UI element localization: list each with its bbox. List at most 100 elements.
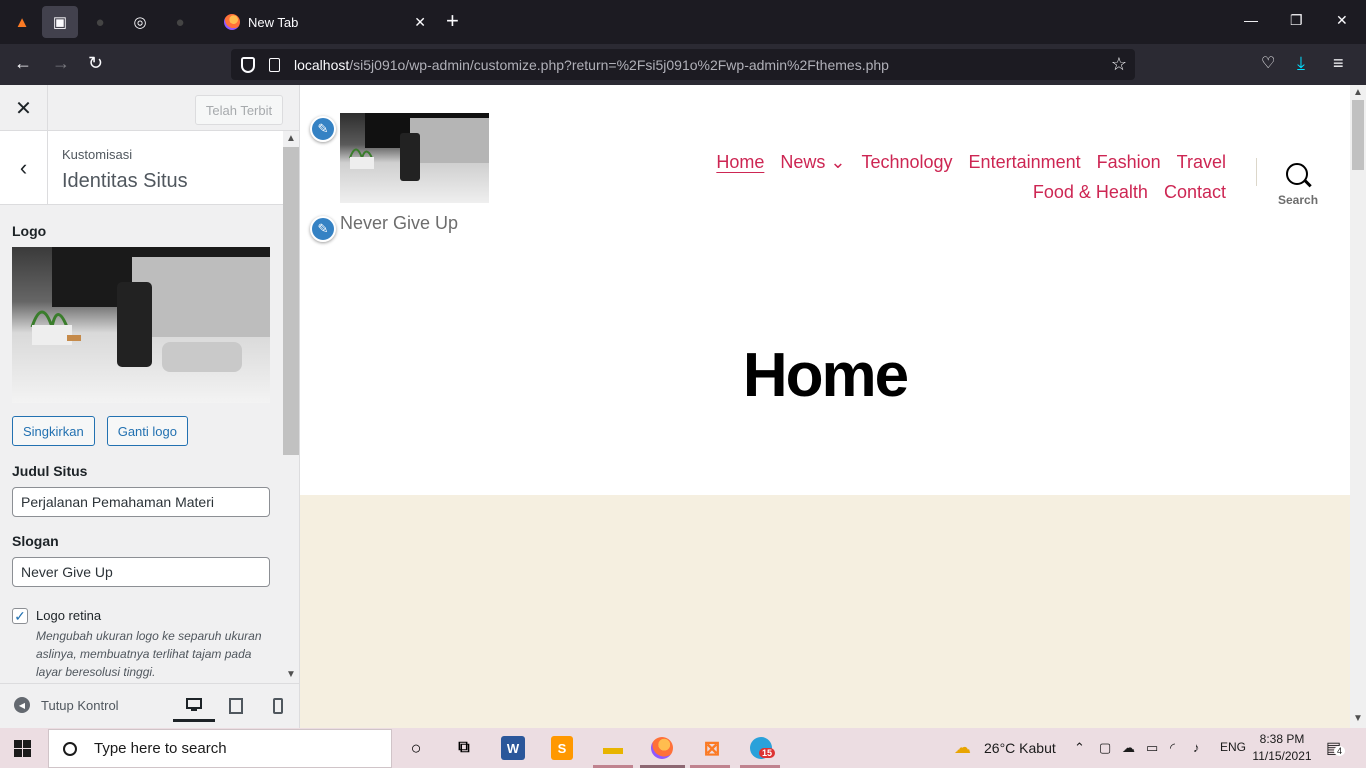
menu-item-travel[interactable]: Travel [1177, 152, 1226, 172]
page-info-icon[interactable] [269, 57, 280, 72]
close-customizer-icon[interactable]: ✕ [0, 85, 48, 131]
menu-item-food-health[interactable]: Food & Health [1033, 182, 1148, 202]
battery-icon[interactable]: ▭ [1146, 740, 1158, 756]
taskbar-search-placeholder: Type here to search [94, 740, 227, 757]
tab-close-icon[interactable]: ✕ [414, 14, 426, 31]
preview-scroll-up-icon[interactable]: ▲ [1353, 87, 1363, 98]
customizer-footer: ◀ Tutup Kontrol [0, 683, 299, 728]
weather-text[interactable]: 26°C Kabut [984, 740, 1056, 756]
back-button[interactable]: ← [14, 53, 32, 74]
tray-overflow-icon[interactable]: ⌃ [1074, 740, 1085, 756]
menu-item-technology[interactable]: Technology [861, 152, 952, 172]
site-title-input[interactable]: Perjalanan Pemahaman Materi [12, 487, 270, 517]
publish-button[interactable]: Telah Terbit [195, 95, 283, 125]
taskbar-search-box[interactable]: Type here to search [48, 729, 392, 768]
retina-logo-label: Logo retina [36, 608, 102, 623]
windows-start-icon[interactable] [14, 740, 31, 757]
menu-item-entertainment[interactable]: Entertainment [969, 152, 1081, 172]
preview-scroll-down-icon[interactable]: ▼ [1353, 713, 1363, 724]
cortana-icon[interactable]: ○ [402, 734, 430, 762]
file-explorer-icon[interactable]: ▬ [599, 734, 627, 762]
url-text[interactable]: localhost/si5j091o/wp-admin/customize.ph… [294, 57, 889, 73]
menu-item-contact[interactable]: Contact [1164, 182, 1226, 202]
search-icon[interactable] [1286, 163, 1308, 185]
sidebar-scrollbar[interactable]: ▲ ▼ [283, 131, 299, 683]
meet-now-icon[interactable]: ▢ [1099, 740, 1111, 756]
edit-logo-pencil-icon[interactable]: ✎ [310, 116, 336, 142]
logo-preview-image[interactable] [12, 247, 270, 403]
desktop-preview-icon[interactable] [173, 690, 215, 722]
scroll-up-arrow-icon[interactable]: ▲ [286, 133, 296, 144]
pinned-tab-customizer-icon[interactable]: ▣ [42, 6, 78, 38]
scroll-down-arrow-icon[interactable]: ▼ [286, 669, 296, 680]
onedrive-icon[interactable]: ☁ [1122, 740, 1135, 756]
identity-controls: Logo Singkirkan Ganti logo Judul Situs P… [12, 223, 272, 681]
pocket-icon[interactable]: ♡ [1261, 53, 1275, 73]
clock-time: 8:38 PM [1259, 732, 1305, 746]
breadcrumb: Kustomisasi [62, 147, 133, 162]
tagline-input[interactable]: Never Give Up [12, 557, 270, 587]
retina-logo-checkbox[interactable]: ✓ [12, 608, 28, 624]
firefox-taskbar-icon[interactable] [648, 734, 676, 762]
language-indicator[interactable]: ENG [1220, 740, 1246, 754]
collapse-arrow-icon: ◀ [14, 697, 30, 713]
pinned-tab-xampp-icon[interactable]: ▲ [4, 6, 40, 38]
desk-photo-graphic [30, 247, 270, 372]
word-app-icon[interactable]: W [501, 736, 525, 760]
reload-button[interactable]: ↻ [88, 53, 103, 74]
pinned-tab-github-icon[interactable]: ● [82, 6, 118, 38]
tracking-shield-icon[interactable] [241, 56, 255, 73]
bookmark-star-icon[interactable]: ☆ [1111, 54, 1127, 75]
downloads-icon[interactable]: ⤓ [1297, 53, 1305, 74]
site-title-label: Judul Situs [12, 463, 88, 479]
restore-button[interactable]: ❐ [1290, 12, 1303, 29]
tablet-preview-icon[interactable] [226, 696, 246, 716]
sidebar-scroll-thumb[interactable] [283, 147, 299, 455]
site-preview: ✎ ✎ Never Give Up Home News ⌄ Technology En… [300, 85, 1350, 728]
wifi-icon[interactable]: ◜ [1170, 740, 1175, 756]
window-close-button[interactable]: ✕ [1336, 12, 1348, 29]
remove-logo-button[interactable]: Singkirkan [12, 416, 95, 446]
change-logo-button[interactable]: Ganti logo [106, 416, 188, 446]
url-bar[interactable]: localhost/si5j091o/wp-admin/customize.ph… [231, 49, 1135, 80]
tagline-label: Slogan [12, 533, 59, 549]
new-tab-button[interactable]: + [446, 10, 459, 32]
minimize-button[interactable]: — [1244, 12, 1258, 28]
weather-icon[interactable]: ☁ [954, 738, 971, 758]
preview-scrollbar[interactable]: ▲ ▼ [1350, 85, 1366, 728]
site-logo-image[interactable] [340, 113, 489, 203]
customizer-sidebar: ✕ Telah Terbit ‹ Kustomisasi Identitas S… [0, 85, 300, 728]
menu-item-news[interactable]: News ⌄ [780, 152, 845, 172]
sublime-text-icon[interactable]: S [551, 736, 573, 760]
tab-new-tab[interactable]: New Tab ✕ [208, 4, 438, 40]
menu-divider [1256, 158, 1257, 186]
url-host: localhost [294, 56, 350, 73]
menu-hamburger-icon[interactable]: ≡ [1333, 53, 1344, 74]
menu-item-fashion[interactable]: Fashion [1097, 152, 1161, 172]
primary-menu: Home News ⌄ Technology Entertainment Fashion… [692, 147, 1226, 207]
tab-title: New Tab [248, 14, 299, 30]
xampp-taskbar-icon[interactable]: ⊠ [698, 734, 726, 762]
clock-date: 11/15/2021 [1252, 749, 1312, 763]
search-magnifier-icon [63, 741, 77, 756]
page-title: Home [742, 341, 909, 410]
menu-item-home[interactable]: Home [716, 152, 764, 172]
search-label[interactable]: Search [1278, 193, 1318, 207]
notification-count: 4 [1334, 746, 1346, 756]
browser-tab-bar: ▲ ▣ ● ◎ ● New Tab ✕ + — ❐ ✕ [0, 0, 1366, 44]
pinned-tab-github-icon-2[interactable]: ● [162, 6, 198, 38]
back-chevron-icon[interactable]: ‹ [0, 131, 48, 204]
customizer-header: ✕ Telah Terbit [0, 85, 299, 131]
notifications-icon[interactable]: ▤4 [1326, 738, 1346, 758]
edit-tagline-pencil-icon[interactable]: ✎ [310, 216, 336, 242]
pinned-tab-globe-icon[interactable]: ◎ [122, 6, 158, 38]
telegram-taskbar-icon[interactable]: 15 [747, 734, 776, 762]
site-tagline: Never Give Up [340, 213, 459, 233]
task-view-icon[interactable]: ⧉ [450, 734, 478, 762]
volume-icon[interactable]: ♪ [1193, 740, 1200, 755]
preview-scroll-thumb[interactable] [1352, 100, 1364, 170]
mobile-preview-icon[interactable] [268, 696, 288, 716]
forward-button[interactable]: → [52, 53, 70, 74]
collapse-controls-button[interactable]: ◀ Tutup Kontrol [14, 697, 119, 713]
system-clock[interactable]: 8:38 PM 11/15/2021 [1252, 731, 1312, 765]
